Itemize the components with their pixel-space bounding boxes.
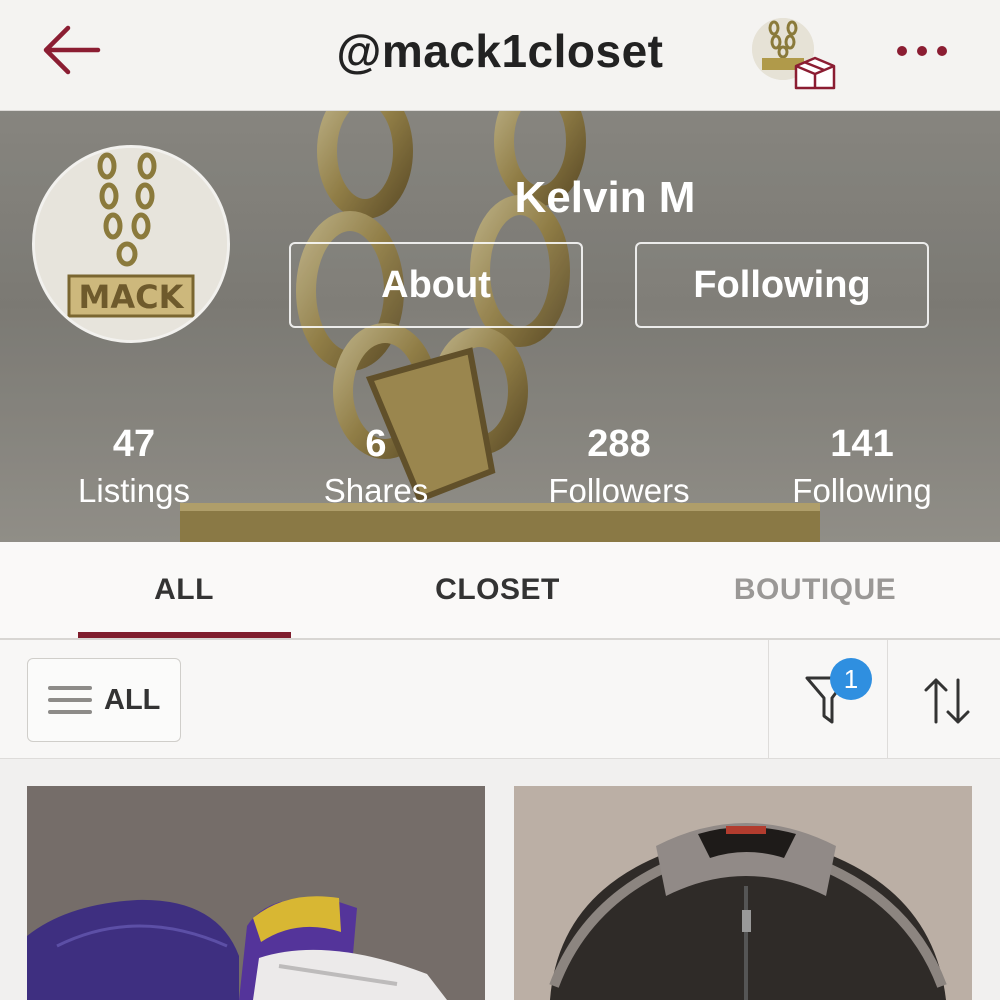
page-title: @mack1closet bbox=[336, 25, 664, 77]
about-button[interactable]: About bbox=[289, 242, 583, 328]
stat-value: 6 bbox=[365, 423, 387, 465]
stat-value: 141 bbox=[830, 423, 894, 465]
tab-boutique[interactable]: BOUTIQUE bbox=[705, 542, 925, 638]
tab-all[interactable]: ALL bbox=[78, 542, 290, 638]
stat-label: Following bbox=[792, 472, 932, 509]
stat-label: Shares bbox=[323, 472, 429, 509]
stat-listings[interactable]: 47 Listings bbox=[14, 421, 254, 515]
sort-icon[interactable] bbox=[922, 676, 972, 726]
hamburger-menu-icon bbox=[48, 686, 92, 714]
following-button[interactable]: Following bbox=[635, 242, 929, 328]
category-filter-button[interactable]: ALL bbox=[27, 658, 181, 742]
stat-value: 47 bbox=[112, 423, 156, 465]
stat-label: Followers bbox=[548, 472, 690, 509]
top-bar: @mack1closet bbox=[0, 0, 1000, 111]
stat-label: Listings bbox=[78, 472, 190, 509]
svg-text:MACK: MACK bbox=[79, 278, 185, 316]
more-dots-icon[interactable] bbox=[894, 40, 950, 62]
avatar-image: MACK bbox=[35, 148, 227, 340]
box-icon[interactable] bbox=[792, 52, 838, 94]
filter-count-badge: 1 bbox=[830, 658, 872, 700]
stat-followers[interactable]: 288 Followers bbox=[499, 421, 739, 515]
category-filter-label: ALL bbox=[104, 683, 161, 716]
divider bbox=[887, 640, 888, 758]
profile-header: MACK Kelvin M About Following 47 Listing… bbox=[0, 111, 1000, 542]
tab-closet[interactable]: CLOSET bbox=[390, 542, 605, 638]
active-tab-indicator bbox=[78, 632, 291, 638]
listing-card[interactable] bbox=[27, 786, 485, 1000]
stat-shares[interactable]: 6 Shares bbox=[256, 421, 496, 515]
stat-following[interactable]: 141 Following bbox=[742, 421, 982, 515]
closet-tabs: ALL CLOSET BOUTIQUE bbox=[0, 542, 1000, 640]
listing-photo bbox=[27, 786, 485, 1000]
listing-card[interactable] bbox=[514, 786, 972, 1000]
profile-avatar[interactable]: MACK bbox=[32, 145, 230, 343]
stat-value: 288 bbox=[587, 423, 651, 465]
divider bbox=[768, 640, 769, 758]
user-name: Kelvin M bbox=[514, 173, 696, 222]
filter-bar: ALL 1 bbox=[0, 640, 1000, 759]
listing-photo bbox=[514, 786, 972, 1000]
